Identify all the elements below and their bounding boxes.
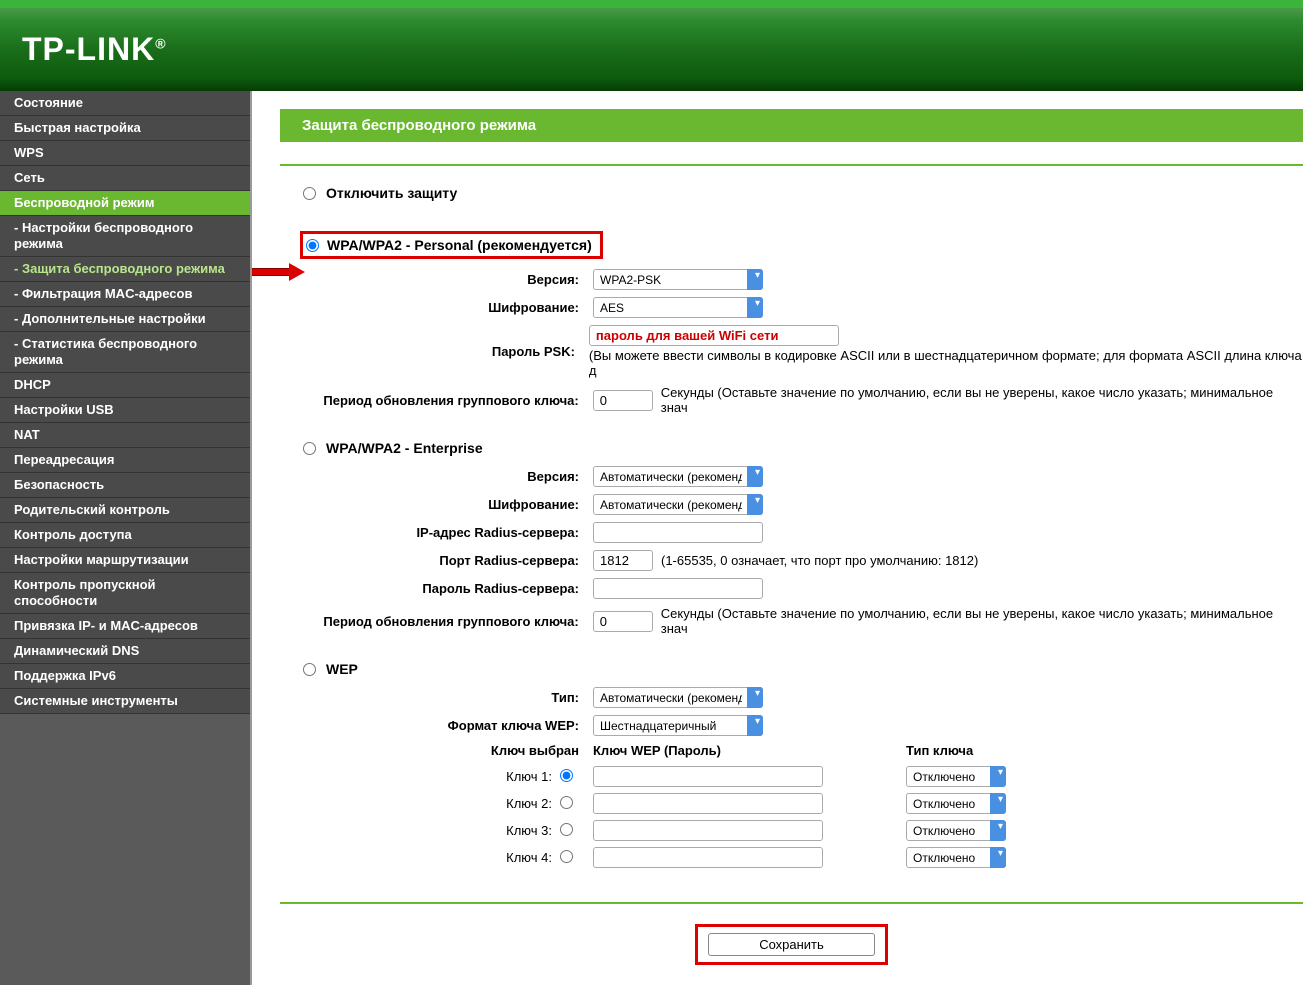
wep-key-row: Ключ 1: Отключено xyxy=(280,766,1303,787)
sidebar-item[interactable]: Беспроводной режим xyxy=(0,191,250,216)
radio-wpa-personal[interactable] xyxy=(306,239,319,252)
wep-key-row: Ключ 2: Отключено xyxy=(280,793,1303,814)
hint-personal-group-key: Секунды (Оставьте значение по умолчанию,… xyxy=(661,385,1303,415)
sidebar-item[interactable]: Контроль доступа xyxy=(0,523,250,548)
sidebar-item[interactable]: Настройки маршрутизации xyxy=(0,548,250,573)
wep-col-key-selected: Ключ выбран xyxy=(280,743,593,758)
wep-col-key-type: Тип ключа xyxy=(906,743,973,758)
label-ent-version: Версия: xyxy=(280,469,593,484)
input-radius-ip[interactable] xyxy=(593,522,763,543)
label-encryption: Шифрование: xyxy=(280,300,593,315)
wep-col-key-password: Ключ WEP (Пароль) xyxy=(593,743,906,758)
header-bar: TP-LINK® xyxy=(0,0,1303,91)
sidebar-item[interactable]: Настройки USB xyxy=(0,398,250,423)
save-button[interactable]: Сохранить xyxy=(708,933,875,956)
select-wep-key-type-2[interactable]: Отключено xyxy=(906,793,1006,814)
select-wep-format[interactable]: Шестнадцатеричный xyxy=(593,715,763,736)
title-underline xyxy=(280,164,1303,166)
sidebar-item[interactable]: - Настройки беспроводного режима xyxy=(0,216,250,257)
select-wep-type[interactable]: Автоматически (рекоменду xyxy=(593,687,763,708)
select-personal-encryption[interactable]: AES xyxy=(593,297,763,318)
option-wpa-personal: WPA/WPA2 - Personal (рекомендуется) Верс… xyxy=(280,231,1303,415)
label-wep-format: Формат ключа WEP: xyxy=(280,718,593,733)
radio-disable-security[interactable] xyxy=(303,187,316,200)
hint-radius-port: (1-65535, 0 означает, что порт про умолч… xyxy=(661,553,978,568)
radio-wpa-enterprise[interactable] xyxy=(303,442,316,455)
sidebar-item[interactable]: Контроль пропускной способности xyxy=(0,573,250,614)
arrow-annotation xyxy=(250,263,309,281)
page-title: Защита беспроводного режима xyxy=(280,109,1303,142)
label-radius-port: Порт Radius-сервера: xyxy=(280,553,593,568)
sidebar-item[interactable]: Безопасность xyxy=(0,473,250,498)
sidebar-item[interactable]: Быстрая настройка xyxy=(0,116,250,141)
highlight-wpa-personal: WPA/WPA2 - Personal (рекомендуется) xyxy=(300,231,603,259)
option-wpa-personal-label: WPA/WPA2 - Personal (рекомендуется) xyxy=(327,237,592,253)
label-wep-type: Тип: xyxy=(280,690,593,705)
option-disable-security: Отключить защиту xyxy=(280,180,1303,211)
wep-key-row: Ключ 4: Отключено xyxy=(280,847,1303,868)
option-wep: WEP Тип: Автоматически (рекоменду Формат… xyxy=(280,656,1303,868)
select-enterprise-encryption[interactable]: Автоматически (рекоменду xyxy=(593,494,763,515)
sidebar-item[interactable]: Системные инструменты xyxy=(0,689,250,714)
input-wep-key-1[interactable] xyxy=(593,766,823,787)
wep-key-label: Ключ 4: xyxy=(280,850,560,865)
brand-logo: TP-LINK® xyxy=(22,31,167,68)
sidebar-item[interactable]: Родительский контроль xyxy=(0,498,250,523)
label-version: Версия: xyxy=(280,272,593,287)
input-wep-key-3[interactable] xyxy=(593,820,823,841)
label-radius-ip: IP-адрес Radius-сервера: xyxy=(280,525,593,540)
option-disable-label: Отключить защиту xyxy=(326,185,457,201)
sidebar-item[interactable]: Поддержка IPv6 xyxy=(0,664,250,689)
highlight-save: Сохранить xyxy=(695,924,888,965)
radio-wep[interactable] xyxy=(303,663,316,676)
sidebar-item[interactable]: Переадресация xyxy=(0,448,250,473)
radio-wep-key-4[interactable] xyxy=(560,850,573,863)
label-psk: Пароль PSK: xyxy=(280,344,589,359)
input-wep-key-2[interactable] xyxy=(593,793,823,814)
input-wep-key-4[interactable] xyxy=(593,847,823,868)
select-wep-key-type-4[interactable]: Отключено xyxy=(906,847,1006,868)
wep-key-row: Ключ 3: Отключено xyxy=(280,820,1303,841)
label-ent-group-key: Период обновления группового ключа: xyxy=(280,614,593,629)
label-group-key-personal: Период обновления группового ключа: xyxy=(280,393,593,408)
label-ent-encryption: Шифрование: xyxy=(280,497,593,512)
select-enterprise-version[interactable]: Автоматически (рекоменду xyxy=(593,466,763,487)
wep-key-label: Ключ 1: xyxy=(280,769,560,784)
sidebar-item[interactable]: - Дополнительные настройки xyxy=(0,307,250,332)
sidebar-item[interactable]: Привязка IP- и MAC-адресов xyxy=(0,614,250,639)
input-radius-port[interactable] xyxy=(593,550,653,571)
sidebar-item[interactable]: Сеть xyxy=(0,166,250,191)
sidebar-item[interactable]: - Фильтрация MAC-адресов xyxy=(0,282,250,307)
hint-psk: (Вы можете ввести символы в кодировке AS… xyxy=(589,348,1303,378)
sidebar-item[interactable]: WPS xyxy=(0,141,250,166)
sidebar-item[interactable]: DHCP xyxy=(0,373,250,398)
wep-key-label: Ключ 3: xyxy=(280,823,560,838)
select-wep-key-type-3[interactable]: Отключено xyxy=(906,820,1006,841)
hint-ent-group-key: Секунды (Оставьте значение по умолчанию,… xyxy=(661,606,1303,636)
radio-wep-key-3[interactable] xyxy=(560,823,573,836)
content-area: Защита беспроводного режима Отключить за… xyxy=(250,91,1303,985)
radio-wep-key-1[interactable] xyxy=(560,769,573,782)
radio-wep-key-2[interactable] xyxy=(560,796,573,809)
sidebar-item[interactable]: Динамический DNS xyxy=(0,639,250,664)
option-wpa-enterprise-label: WPA/WPA2 - Enterprise xyxy=(326,440,483,456)
sidebar-item[interactable]: NAT xyxy=(0,423,250,448)
sidebar-item[interactable]: Состояние xyxy=(0,91,250,116)
sidebar-item[interactable]: - Статистика беспроводного режима xyxy=(0,332,250,373)
input-psk-password[interactable] xyxy=(589,325,839,346)
select-personal-version[interactable]: WPA2-PSK xyxy=(593,269,763,290)
sidebar: СостояниеБыстрая настройкаWPSСетьБеспров… xyxy=(0,91,250,985)
select-wep-key-type-1[interactable]: Отключено xyxy=(906,766,1006,787)
sidebar-item[interactable]: - Защита беспроводного режима xyxy=(0,257,250,282)
input-personal-group-key[interactable] xyxy=(593,390,653,411)
wep-key-label: Ключ 2: xyxy=(280,796,560,811)
label-radius-pass: Пароль Radius-сервера: xyxy=(280,581,593,596)
option-wpa-enterprise: WPA/WPA2 - Enterprise Версия: Автоматиче… xyxy=(280,435,1303,636)
input-enterprise-group-key[interactable] xyxy=(593,611,653,632)
option-wep-label: WEP xyxy=(326,661,358,677)
input-radius-pass[interactable] xyxy=(593,578,763,599)
